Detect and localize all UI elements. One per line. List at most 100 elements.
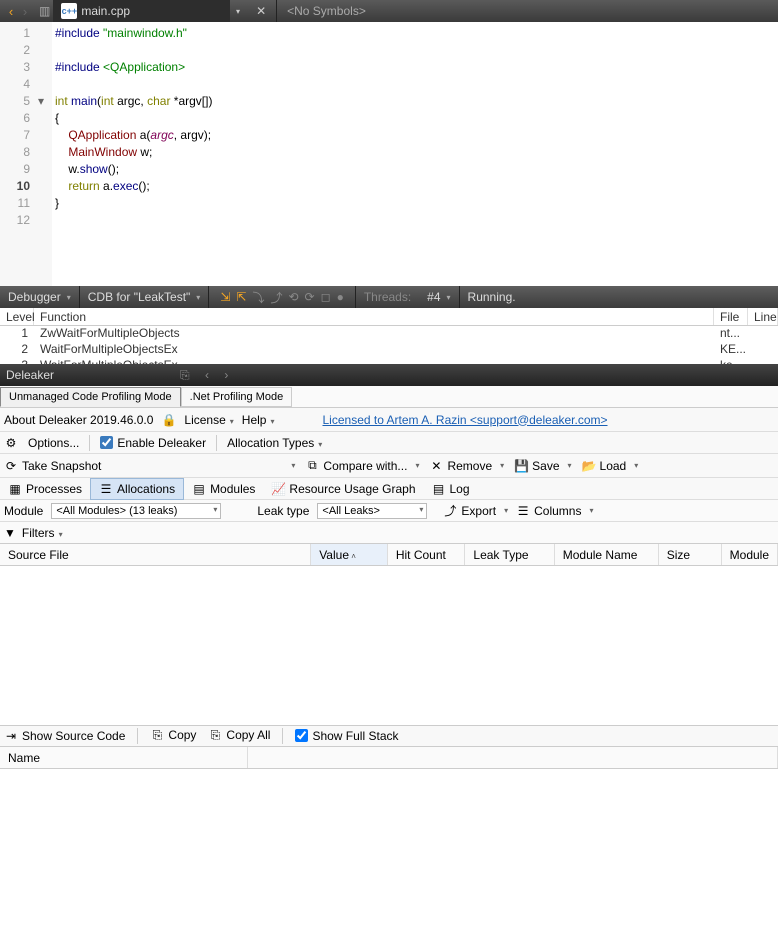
col-file[interactable]: File xyxy=(714,308,748,325)
col-leak-type[interactable]: Leak Type xyxy=(465,544,554,565)
filters-bar: ▼ Filters xyxy=(0,522,778,544)
symbols-dropdown[interactable]: <No Symbols> xyxy=(276,0,366,22)
prev-icon[interactable]: ‹ xyxy=(205,368,209,382)
tab-dropdown-icon[interactable]: ▾ xyxy=(230,7,246,16)
col-source-file[interactable]: Source File xyxy=(0,544,311,565)
step-in-icon[interactable]: ⇲ xyxy=(220,290,230,304)
results-header: Source File Value Hit Count Leak Type Mo… xyxy=(0,544,778,566)
code-area[interactable]: #include "mainwindow.h" #include <QAppli… xyxy=(52,22,778,286)
copy-button[interactable]: ⎘ Copy xyxy=(150,728,196,743)
tab-net-mode[interactable]: .Net Profiling Mode xyxy=(181,387,293,407)
debugger-status: Running. xyxy=(460,286,524,308)
processes-icon: ▦ xyxy=(8,482,22,496)
col-hit-count[interactable]: Hit Count xyxy=(388,544,466,565)
remove-icon: ✕ xyxy=(429,459,443,473)
dbg-icon-5[interactable]: ⟲ xyxy=(288,290,298,304)
filters-dropdown[interactable]: Filters xyxy=(22,526,63,540)
snapshot-selector[interactable]: ▾ xyxy=(291,461,295,470)
next-icon[interactable]: › xyxy=(224,368,228,382)
save-icon: 💾 xyxy=(514,459,528,473)
tab-unmanaged-mode[interactable]: Unmanaged Code Profiling Mode xyxy=(0,387,181,407)
allocations-icon: ☰ xyxy=(99,482,113,496)
file-tab-label: main.cpp xyxy=(81,4,130,18)
options-button[interactable]: Options... xyxy=(28,436,79,450)
enable-deleaker-checkbox[interactable]: Enable Deleaker xyxy=(100,436,206,450)
copy-icon: ⎘ xyxy=(150,728,164,743)
col-line[interactable]: Line xyxy=(748,308,778,325)
dbg-icon-8[interactable]: ● xyxy=(337,290,344,304)
dbg-icon-3[interactable]: ⤵ xyxy=(252,289,264,306)
modules-icon: ▤ xyxy=(192,482,206,496)
license-dropdown[interactable]: License xyxy=(184,413,233,427)
leaktype-label: Leak type xyxy=(257,504,309,518)
dbg-icon-7[interactable]: ◻ xyxy=(321,290,331,304)
dbg-icon-6[interactable]: ⟳ xyxy=(305,290,315,304)
close-tab-icon[interactable]: ✕ xyxy=(246,4,276,18)
code-editor[interactable]: 123456789101112 ▾ #include "mainwindow.h… xyxy=(0,22,778,286)
compare-with-dropdown[interactable]: ⧉ Compare with... xyxy=(305,458,419,473)
col-level[interactable]: Level xyxy=(0,308,34,325)
editor-tabbar: ‹ › ▥ c++ main.cpp ▾ ✕ <No Symbols> xyxy=(0,0,778,22)
dbg-icon-4[interactable]: ⤴ xyxy=(270,289,282,306)
col-name-rest[interactable] xyxy=(248,747,778,768)
tab-processes[interactable]: ▦Processes xyxy=(0,479,90,499)
pin-icon[interactable]: ⎘ xyxy=(180,368,190,382)
about-toolbar: About Deleaker 2019.46.0.0 🔒 License Hel… xyxy=(0,408,778,432)
tab-modules[interactable]: ▤Modules xyxy=(184,479,263,499)
save-dropdown[interactable]: 💾 Save xyxy=(514,459,571,473)
fold-column[interactable]: ▾ xyxy=(38,22,52,286)
debugger-dropdown[interactable]: Debugger xyxy=(0,286,79,308)
deleaker-panel-title: Deleaker ⎘ ‹ › xyxy=(0,364,778,386)
graph-icon: 📈 xyxy=(271,482,285,496)
help-dropdown[interactable]: Help xyxy=(242,413,275,427)
copy-all-button[interactable]: ⎘ Copy All xyxy=(208,728,270,743)
remove-dropdown[interactable]: ✕ Remove xyxy=(429,459,504,473)
export-icon: ⤴ xyxy=(443,502,457,519)
profiling-mode-tabs: Unmanaged Code Profiling Mode .Net Profi… xyxy=(0,386,778,408)
show-full-stack-checkbox[interactable]: Show Full Stack xyxy=(295,729,398,743)
line-number-gutter: 123456789101112 xyxy=(0,22,38,286)
take-snapshot-button[interactable]: ⟳ Take Snapshot xyxy=(4,459,101,473)
options-toolbar: ⚙ Options... Enable Deleaker Allocation … xyxy=(0,432,778,454)
col-size[interactable]: Size xyxy=(659,544,722,565)
tab-allocations[interactable]: ☰Allocations xyxy=(90,478,184,500)
col-module-name[interactable]: Module Name xyxy=(555,544,659,565)
debugger-toolbar: Debugger CDB for "LeakTest" ⇲ ⇱ ⤵ ⤴ ⟲ ⟳ … xyxy=(0,286,778,308)
step-over-icon[interactable]: ⇱ xyxy=(236,290,246,304)
licensed-to-link[interactable]: Licensed to Artem A. Razin <support@dele… xyxy=(323,413,608,427)
stack-row[interactable]: 2WaitForMultipleObjectsExKE... xyxy=(0,342,778,358)
compare-icon: ⧉ xyxy=(305,458,319,473)
results-body[interactable] xyxy=(0,566,778,725)
debugger-config-dropdown[interactable]: CDB for "LeakTest" xyxy=(80,286,209,308)
stack-header: Level Function File Line xyxy=(0,308,778,326)
callstack-body[interactable] xyxy=(0,769,778,927)
thread-selector[interactable]: #4 xyxy=(419,286,458,308)
stack-row[interactable]: 1ZwWaitForMultipleObjectsnt... xyxy=(0,326,778,342)
col-function[interactable]: Function xyxy=(34,308,714,325)
tab-rug[interactable]: 📈Resource Usage Graph xyxy=(263,479,423,499)
load-dropdown[interactable]: 📂 Load xyxy=(582,459,639,473)
col-value[interactable]: Value xyxy=(311,544,388,565)
allocation-types-dropdown[interactable]: Allocation Types xyxy=(227,436,322,450)
export-dropdown[interactable]: ⤴ Export xyxy=(443,502,508,519)
callstack-header: Name xyxy=(0,747,778,769)
columns-dropdown[interactable]: ☰ Columns xyxy=(516,504,593,518)
module-filter-dropdown[interactable]: <All Modules> (13 leaks) xyxy=(51,503,221,519)
view-tabs: ▦Processes ☰Allocations ▤Modules 📈Resour… xyxy=(0,478,778,500)
tab-log[interactable]: ▤Log xyxy=(424,479,478,499)
col-module[interactable]: Module xyxy=(722,544,778,565)
module-filter-bar: Module <All Modules> (13 leaks) Leak typ… xyxy=(0,500,778,522)
col-name[interactable]: Name xyxy=(0,747,248,768)
stack-rows[interactable]: 1ZwWaitForMultipleObjectsnt...2WaitForMu… xyxy=(0,326,778,364)
show-source-button[interactable]: ⇥ Show Source Code xyxy=(4,729,125,743)
columns-icon: ☰ xyxy=(516,504,530,518)
nav-forward-icon[interactable]: › xyxy=(18,4,32,19)
nav-back-icon[interactable]: ‹ xyxy=(4,4,18,19)
snapshot-icon: ⟳ xyxy=(4,459,18,473)
leaktype-filter-dropdown[interactable]: <All Leaks> xyxy=(317,503,427,519)
split-icon[interactable]: ▥ xyxy=(39,4,50,18)
module-label: Module xyxy=(4,504,43,518)
load-icon: 📂 xyxy=(582,459,596,473)
file-tab[interactable]: c++ main.cpp xyxy=(53,0,230,22)
copy-all-icon: ⎘ xyxy=(208,728,222,743)
